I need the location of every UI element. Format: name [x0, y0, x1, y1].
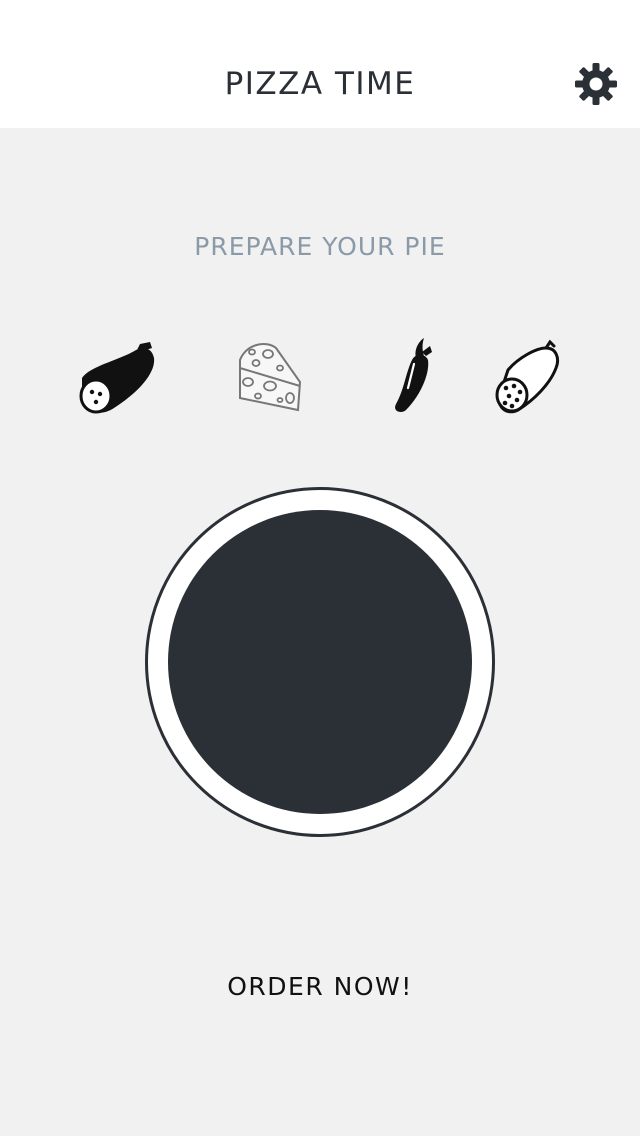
topping-chili-pepper-button[interactable]	[360, 330, 456, 422]
app-title: PIZZA TIME	[224, 66, 416, 102]
chili-pepper-icon	[395, 338, 432, 412]
salami-icon	[495, 339, 560, 414]
cheese-icon	[239, 343, 302, 412]
settings-button[interactable]	[570, 60, 622, 108]
toppings-row	[0, 330, 640, 422]
sausage-icon	[79, 342, 155, 414]
prepare-pie-heading: PREPARE YOUR PIE	[194, 232, 446, 261]
topping-salami-button[interactable]	[478, 330, 574, 422]
pizza-sauce-layer	[168, 510, 472, 814]
topping-cheese-button[interactable]	[220, 330, 316, 422]
app-header: PIZZA TIME	[0, 0, 640, 128]
gear-icon	[575, 63, 617, 105]
order-now-button[interactable]: ORDER NOW!	[170, 962, 470, 1012]
pizza-canvas[interactable]	[145, 487, 495, 837]
topping-sausage-button[interactable]	[70, 330, 166, 422]
